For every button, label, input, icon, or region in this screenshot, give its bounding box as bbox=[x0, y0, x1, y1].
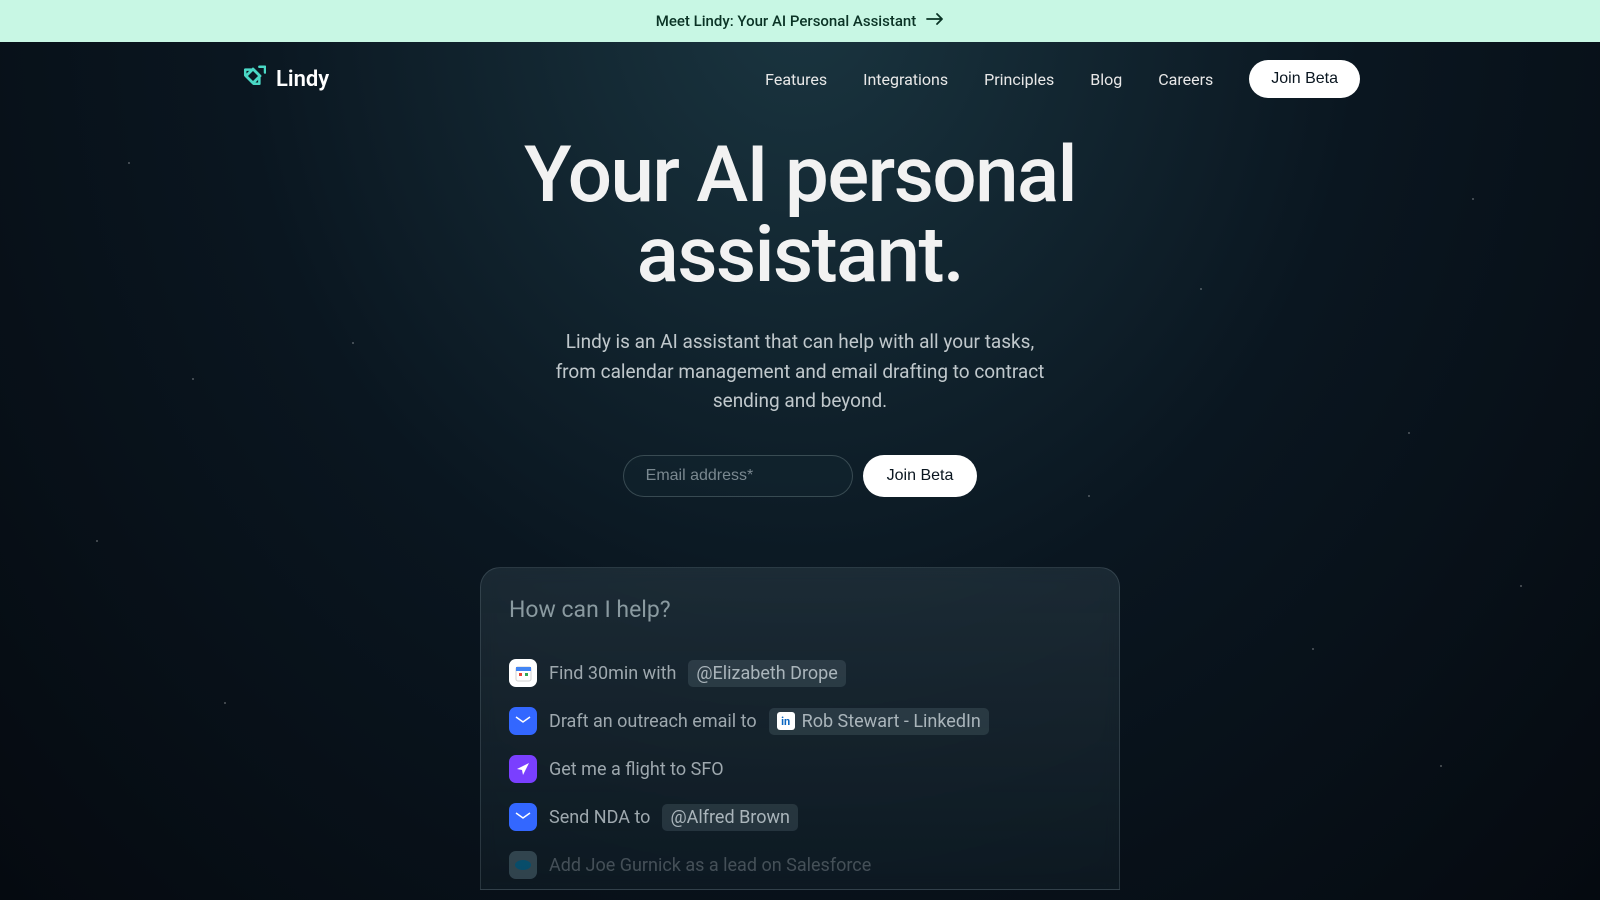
arrow-right-icon bbox=[926, 12, 944, 30]
email-input[interactable] bbox=[623, 455, 853, 497]
suggestion-text: Draft an outreach email to bbox=[549, 711, 757, 732]
calendar-icon bbox=[509, 659, 537, 687]
hero-title: Your AI personal assistant. bbox=[340, 136, 1260, 295]
announcement-link[interactable]: Meet Lindy: Your AI Personal Assistant bbox=[656, 12, 945, 30]
nav-links: Features Integrations Principles Blog Ca… bbox=[765, 60, 1360, 98]
mention-tag: @Alfred Brown bbox=[662, 804, 798, 831]
hero-sub-line2: from calendar management and email draft… bbox=[556, 360, 1045, 383]
linkedin-icon: in bbox=[777, 712, 795, 730]
signup-form: Join Beta bbox=[340, 455, 1260, 497]
demo-heading: How can I help? bbox=[509, 596, 1091, 623]
join-beta-button[interactable]: Join Beta bbox=[863, 455, 978, 497]
linkedin-name: Rob Stewart - LinkedIn bbox=[802, 711, 981, 732]
brand-logo[interactable]: Lindy bbox=[240, 63, 329, 95]
suggestion-text: Send NDA to bbox=[549, 807, 650, 828]
suggestion-row-nda[interactable]: Send NDA to @Alfred Brown bbox=[509, 793, 1091, 841]
announcement-bar: Meet Lindy: Your AI Personal Assistant bbox=[0, 0, 1600, 42]
hero-sub-line3: sending and beyond. bbox=[713, 389, 887, 412]
suggestion-text: Add Joe Gurnick as a lead on Salesforce bbox=[549, 855, 871, 876]
suggestion-row-email[interactable]: Draft an outreach email to in Rob Stewar… bbox=[509, 697, 1091, 745]
main-nav: Lindy Features Integrations Principles B… bbox=[200, 42, 1400, 116]
demo-card: How can I help? Find 30min with @Elizabe… bbox=[480, 567, 1120, 890]
hero-title-line1: Your AI personal bbox=[524, 130, 1076, 221]
suggestion-row-calendar[interactable]: Find 30min with @Elizabeth Drope bbox=[509, 649, 1091, 697]
mail-icon bbox=[509, 803, 537, 831]
plane-icon bbox=[509, 755, 537, 783]
hero-sub-line1: Lindy is an AI assistant that can help w… bbox=[566, 330, 1034, 353]
suggestion-row-salesforce[interactable]: Add Joe Gurnick as a lead on Salesforce bbox=[509, 841, 1091, 889]
suggestion-text: Get me a flight to SFO bbox=[549, 759, 724, 780]
hero-title-line2: assistant. bbox=[637, 210, 963, 301]
announcement-text: Meet Lindy: Your AI Personal Assistant bbox=[656, 12, 917, 30]
mention-tag-linkedin: in Rob Stewart - LinkedIn bbox=[769, 708, 989, 735]
nav-link-features[interactable]: Features bbox=[765, 70, 827, 89]
mention-tag: @Elizabeth Drope bbox=[688, 660, 845, 687]
salesforce-icon bbox=[509, 851, 537, 879]
nav-link-careers[interactable]: Careers bbox=[1158, 70, 1213, 89]
logo-icon bbox=[240, 63, 266, 95]
mail-icon bbox=[509, 707, 537, 735]
nav-link-blog[interactable]: Blog bbox=[1090, 70, 1122, 89]
brand-name: Lindy bbox=[276, 67, 329, 92]
hero-subtitle: Lindy is an AI assistant that can help w… bbox=[520, 327, 1080, 415]
nav-link-principles[interactable]: Principles bbox=[984, 70, 1054, 89]
hero-section: Your AI personal assistant. Lindy is an … bbox=[300, 136, 1300, 890]
suggestion-row-flight[interactable]: Get me a flight to SFO bbox=[509, 745, 1091, 793]
suggestion-text: Find 30min with bbox=[549, 663, 676, 684]
nav-link-integrations[interactable]: Integrations bbox=[863, 70, 948, 89]
nav-join-beta-button[interactable]: Join Beta bbox=[1249, 60, 1360, 98]
